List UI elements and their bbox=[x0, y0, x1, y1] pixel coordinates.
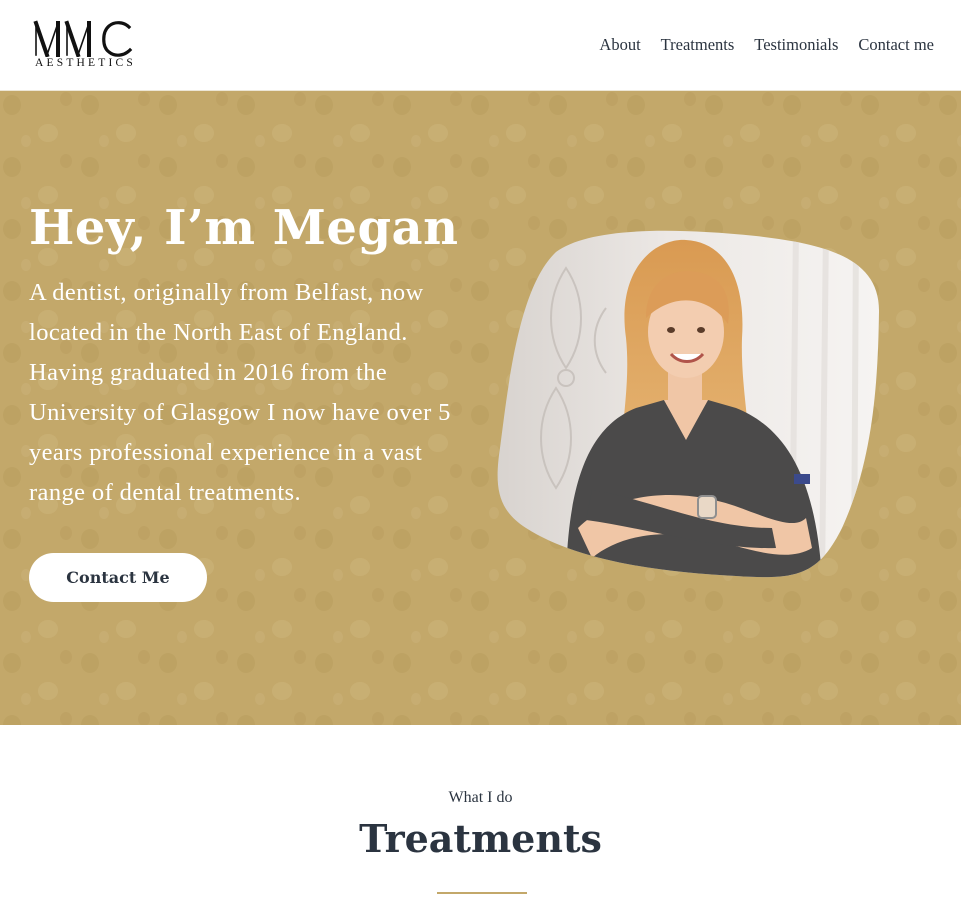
hero-description: A dentist, originally from Belfast, now … bbox=[29, 279, 451, 506]
nav-about[interactable]: About bbox=[599, 33, 640, 57]
logo-wordmark: AESTHETICS bbox=[35, 57, 136, 69]
portrait-photo-icon bbox=[497, 230, 880, 578]
section-title: Treatments bbox=[359, 816, 602, 861]
main-nav: About Treatments Testimonials Contact me bbox=[599, 33, 934, 57]
site-logo[interactable]: AESTHETICS bbox=[33, 19, 137, 71]
hero-section: Hey, I’m Megan A dentist, originally fro… bbox=[0, 91, 961, 725]
contact-me-button[interactable]: Contact Me bbox=[29, 553, 207, 602]
nav-contact[interactable]: Contact me bbox=[858, 33, 934, 57]
nav-testimonials[interactable]: Testimonials bbox=[754, 33, 838, 57]
nav-treatments[interactable]: Treatments bbox=[661, 33, 735, 57]
site-header: AESTHETICS About Treatments Testimonials… bbox=[0, 0, 961, 91]
logo-mark-icon bbox=[33, 20, 133, 57]
section-divider bbox=[437, 892, 527, 894]
hero-title: Hey, I’m Megan bbox=[29, 200, 459, 256]
section-kicker: What I do bbox=[448, 789, 513, 806]
